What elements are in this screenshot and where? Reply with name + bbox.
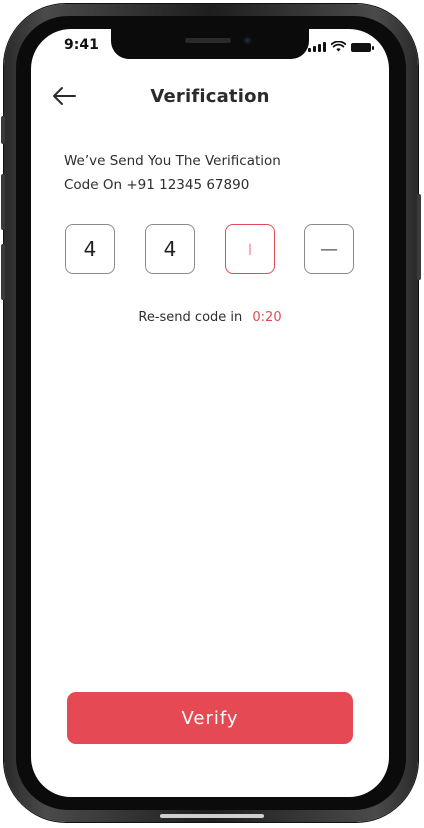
resend-row: Re-send code in 0:20 [31, 310, 389, 325]
message-line-1: We’ve Send You The Verification [64, 153, 281, 169]
silent-switch [1, 116, 5, 144]
otp-digit-1[interactable]: 4 [65, 224, 115, 274]
message-line-2: Code On +91 12345 67890 [64, 177, 250, 193]
notch [111, 29, 309, 59]
otp-digit-3[interactable]: I [225, 224, 275, 274]
battery-icon [351, 43, 374, 52]
resend-timer: 0:20 [252, 310, 282, 325]
verification-message: We’ve Send You The Verification Code On … [64, 149, 344, 197]
status-time: 9:41 [64, 37, 99, 53]
wifi-icon [331, 41, 346, 52]
status-icons [308, 40, 374, 52]
home-indicator [160, 814, 264, 818]
otp-digit-4[interactable]: — [304, 224, 354, 274]
resend-label: Re-send code in [138, 310, 243, 325]
front-camera [243, 36, 252, 45]
page-title: Verification [150, 86, 270, 107]
otp-digit-2[interactable]: 4 [145, 224, 195, 274]
signal-icon [308, 41, 326, 52]
power-button [417, 194, 421, 280]
volume-up-button [1, 174, 5, 230]
volume-down-button [1, 244, 5, 300]
verify-button[interactable]: Verify [67, 692, 353, 744]
speaker-grille [185, 38, 231, 43]
app-screen: 9:41 Verification We’ve Send You The Ver… [31, 29, 389, 797]
